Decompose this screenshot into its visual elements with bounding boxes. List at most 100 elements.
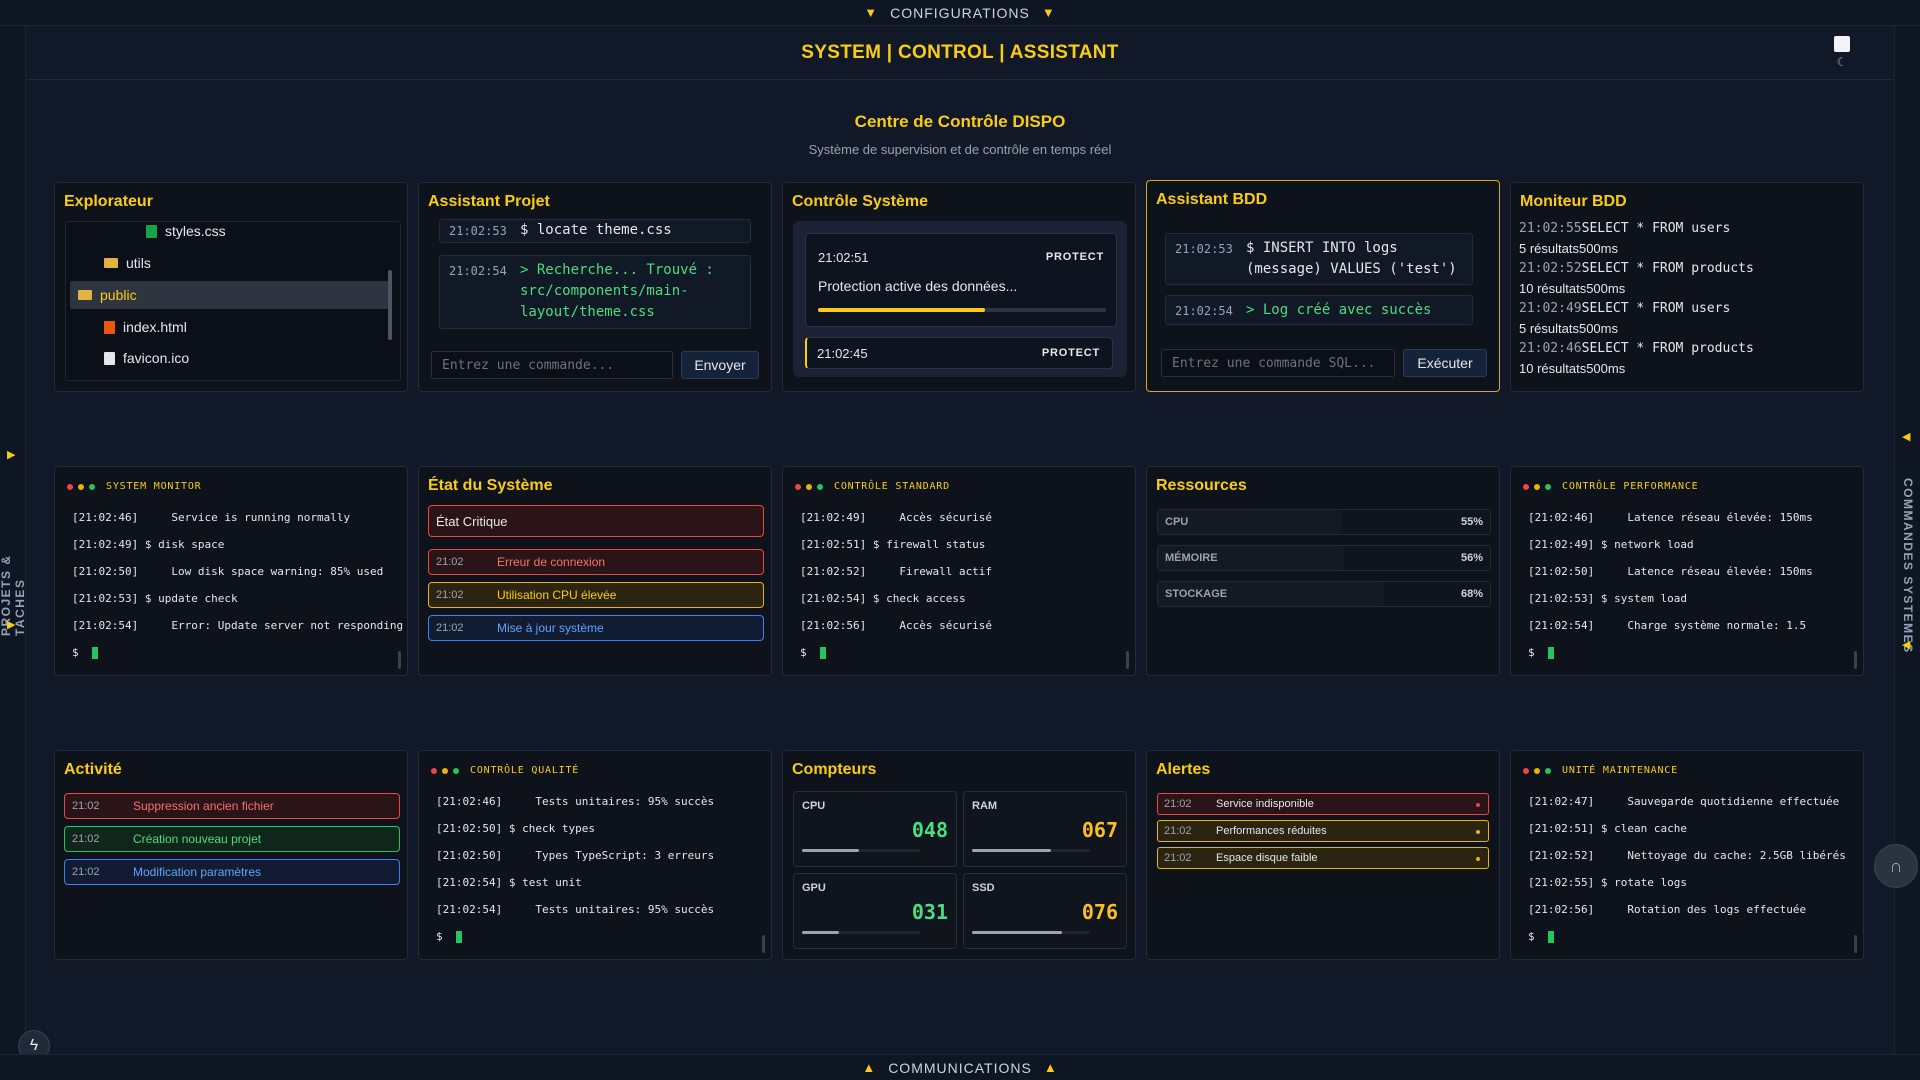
tree-item-utils[interactable]: utils bbox=[104, 249, 384, 277]
status-item[interactable]: 21:02 Performances réduites bbox=[1157, 820, 1489, 842]
counter-bar bbox=[802, 931, 920, 934]
terminal-line: [21:02:50] Low disk space warning: 85% u… bbox=[72, 565, 384, 578]
tree-item-index-html[interactable]: index.html bbox=[104, 313, 384, 341]
green-dot-icon bbox=[1545, 767, 1551, 774]
execute-button[interactable]: Exécuter bbox=[1403, 349, 1487, 377]
terminal-line: [21:02:50] $ check types bbox=[436, 822, 595, 835]
scrollbar[interactable] bbox=[388, 270, 392, 340]
command-input[interactable]: Entrez une commande... bbox=[431, 351, 673, 379]
chevron-up-icon: ▲ bbox=[1043, 1060, 1058, 1075]
monitor-line: 5 résultats500ms bbox=[1519, 241, 1618, 257]
status-text: Performances réduites bbox=[1216, 825, 1327, 837]
yellow-dot-icon bbox=[78, 483, 84, 490]
status-item[interactable]: 21:02 Mise à jour système bbox=[428, 615, 764, 641]
status-item[interactable]: 21:02 Espace disque faible bbox=[1157, 847, 1489, 869]
terminal-title: UNITÉ MAINTENANCE bbox=[1562, 765, 1678, 776]
panel-title: Contrôle Système bbox=[792, 193, 929, 210]
controle-systeme-panel: Contrôle Système 21:02:51 PROTECT Protec… bbox=[782, 182, 1136, 392]
status-text: Utilisation CPU élevée bbox=[497, 588, 617, 602]
terminal-line: [21:02:52] Nettoyage du cache: 2.5GB lib… bbox=[1528, 849, 1846, 862]
sql-input[interactable]: Entrez une commande SQL... bbox=[1161, 349, 1395, 377]
tree-item-favicon[interactable]: favicon.ico bbox=[104, 344, 384, 372]
assistant-projet-panel: Assistant Projet 21:02:53 $ locate theme… bbox=[418, 182, 772, 392]
control-time: 21:02:51 bbox=[818, 250, 869, 265]
tree-item-styles-css[interactable]: styles.css bbox=[146, 217, 386, 245]
counter-value: 048 bbox=[911, 818, 948, 842]
alertes-panel: Alertes 21:02 Service indisponible 21:02 Pe… bbox=[1146, 750, 1500, 960]
terminal-line: [21:02:51] $ clean cache bbox=[1528, 822, 1687, 835]
control-card[interactable]: 21:02:45 PROTECT bbox=[805, 337, 1113, 369]
terminal-line: [21:02:52] Firewall actif bbox=[800, 565, 993, 578]
yellow-dot-icon bbox=[1534, 767, 1540, 774]
scrollbar[interactable] bbox=[1854, 935, 1857, 953]
explorer-panel: Explorateur styles.css utils public inde… bbox=[54, 182, 408, 392]
panel-title: Assistant BDD bbox=[1156, 191, 1268, 208]
message-time: 21:02:54 bbox=[449, 264, 507, 278]
terminal-title: CONTRÔLE QUALITÉ bbox=[470, 765, 580, 776]
theme-toggle[interactable]: ☾ bbox=[1830, 36, 1854, 70]
monitor-line: 10 résultats500ms bbox=[1519, 361, 1625, 377]
counter-cpu: CPU 048 bbox=[793, 791, 957, 867]
status-item[interactable]: 21:02 Service indisponible bbox=[1157, 793, 1489, 815]
alert-time: 21:02 bbox=[1164, 852, 1192, 864]
ressources-panel: Ressources CPU 55% MÉMOIRE 56% STOCKAGE 68% bbox=[1146, 466, 1500, 676]
page-subtitle: Système de supervision et de contrôle en… bbox=[808, 142, 1112, 157]
cursor bbox=[1547, 647, 1554, 659]
counter-value: 076 bbox=[1081, 900, 1118, 924]
terminal-title: CONTRÔLE PERFORMANCE bbox=[1562, 481, 1699, 492]
prompt-symbol: $ bbox=[436, 930, 443, 943]
terminal-prompt[interactable]: $ bbox=[800, 646, 826, 659]
prompt-symbol: $ bbox=[72, 646, 79, 659]
config-bar[interactable]: ▼ CONFIGURATIONS ▼ bbox=[0, 0, 1920, 26]
control-tag: PROTECT bbox=[1041, 347, 1100, 359]
status-item[interactable]: 21:02 Erreur de connexion bbox=[428, 549, 764, 575]
side-panel-projects[interactable]: ▶ PROJETS & TACHES ▶ bbox=[0, 26, 27, 1054]
resource-label: MÉMOIRE bbox=[1165, 552, 1218, 564]
terminal-title: SYSTEM MONITOR bbox=[106, 481, 202, 492]
status-item[interactable]: 21:02 Utilisation CPU élevée bbox=[428, 582, 764, 608]
send-button[interactable]: Envoyer bbox=[681, 351, 759, 379]
green-dot-icon bbox=[89, 483, 95, 490]
headset-icon[interactable]: ∩ bbox=[1874, 844, 1918, 888]
monitor-line: 5 résultats500ms bbox=[1519, 321, 1618, 337]
chevron-left-icon: ◀ bbox=[1902, 639, 1911, 651]
status-item[interactable]: 21:02 Suppression ancien fichier bbox=[64, 793, 400, 819]
terminal-line: [21:02:50] Latence réseau élevée: 150ms bbox=[1528, 565, 1813, 578]
terminal-prompt[interactable]: $ bbox=[72, 646, 98, 659]
terminal-prompt[interactable]: $ bbox=[436, 930, 462, 943]
status-item[interactable]: 21:02 Modification paramètres bbox=[64, 859, 400, 885]
cursor bbox=[91, 647, 98, 659]
control-time: 21:02:45 bbox=[817, 346, 868, 361]
status-item[interactable]: 21:02 Création nouveau projet bbox=[64, 826, 400, 852]
progress-fill bbox=[818, 308, 986, 312]
communications-bar[interactable]: ▲ COMMUNICATIONS ▲ bbox=[0, 1054, 1920, 1080]
terminal-prompt[interactable]: $ bbox=[1528, 646, 1554, 659]
terminal-prompt[interactable]: $ bbox=[1528, 930, 1554, 943]
scrollbar[interactable] bbox=[1854, 651, 1857, 669]
css-file-icon bbox=[146, 224, 157, 238]
yellow-dot-icon bbox=[806, 483, 812, 490]
file-icon bbox=[104, 351, 115, 365]
controle-standard-panel: CONTRÔLE STANDARD [21:02:49] Accès sécur… bbox=[782, 466, 1136, 676]
terminal-line: [21:02:53] $ update check bbox=[72, 592, 238, 605]
square-icon bbox=[1834, 36, 1850, 52]
tree-item-public[interactable]: public bbox=[70, 281, 388, 309]
scrollbar[interactable] bbox=[762, 935, 765, 953]
chat-message: 21:02:53 $ INSERT INTO logs (message) VA… bbox=[1165, 233, 1473, 285]
side-panel-commands[interactable]: ◀ COMMANDES SYSTEMES ◀ bbox=[1894, 26, 1920, 1054]
status-text: Erreur de connexion bbox=[497, 555, 606, 569]
message-time: 21:02:53 bbox=[449, 224, 507, 238]
terminal-line: [21:02:55] $ rotate logs bbox=[1528, 876, 1687, 889]
critical-state-header: État Critique bbox=[428, 505, 764, 537]
resource-row: MÉMOIRE 56% bbox=[1157, 545, 1491, 571]
resource-percent: 56% bbox=[1460, 552, 1483, 564]
green-dot-icon bbox=[817, 483, 823, 490]
red-dot-icon bbox=[1523, 767, 1529, 774]
control-card[interactable]: 21:02:51 PROTECT Protection active des d… bbox=[805, 233, 1117, 327]
status-text: Création nouveau projet bbox=[133, 832, 262, 846]
cursor bbox=[819, 647, 826, 659]
monitor-text: SELECT * FROM products bbox=[1581, 261, 1754, 276]
scrollbar[interactable] bbox=[1126, 651, 1129, 669]
scrollbar[interactable] bbox=[398, 651, 401, 669]
monitor-line: 21:02:52SELECT * FROM products bbox=[1519, 261, 1754, 276]
